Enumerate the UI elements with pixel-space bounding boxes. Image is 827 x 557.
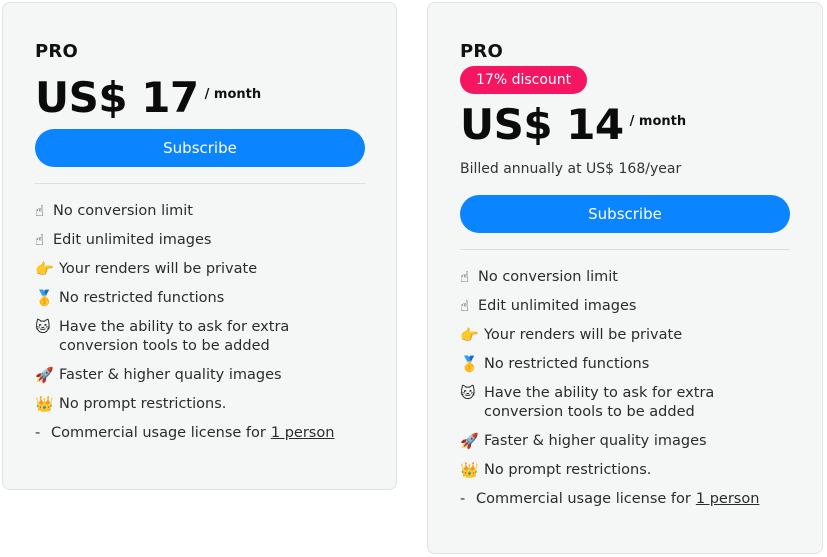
feature-item: ☝ Edit unlimited images [460, 297, 790, 316]
license-text: Commercial usage license for [476, 491, 691, 507]
feature-item: ☝ No conversion limit [35, 202, 365, 221]
pointing-finger-right-icon: 👉 [460, 326, 479, 344]
subscribe-button[interactable]: Subscribe [460, 195, 790, 233]
pointing-finger-up-icon: ☝ [460, 268, 470, 286]
license-text: Commercial usage license for [51, 425, 266, 441]
feature-item: ☝ Edit unlimited images [35, 231, 365, 250]
pricing-card-annual: PRO 17% discount US$ 14 / month Billed a… [427, 2, 823, 554]
crown-icon: 👑 [460, 461, 479, 479]
license-link[interactable]: 1 person [696, 490, 760, 509]
subscribe-button[interactable]: Subscribe [35, 129, 365, 167]
feature-text: No conversion limit [478, 269, 618, 285]
dash-bullet: - [35, 425, 41, 441]
feature-text: No restricted functions [484, 356, 650, 372]
feature-text: Have the ability to ask for extra conver… [484, 385, 715, 420]
cat-face-icon: 🐱 [460, 384, 476, 402]
feature-text: No prompt restrictions. [59, 396, 227, 412]
rocket-icon: 🚀 [35, 366, 54, 384]
feature-text: Your renders will be private [59, 261, 258, 277]
pricing-card-monthly: PRO US$ 17 / month Subscribe ☝ No conver… [2, 2, 397, 490]
feature-item: 👑 No prompt restrictions. [460, 461, 790, 480]
plan-name: PRO [460, 41, 503, 62]
medal-icon: 🥇 [35, 289, 54, 307]
license-item: - Commercial usage license for 1 person [35, 424, 365, 443]
feature-text: Edit unlimited images [53, 232, 212, 248]
feature-list: ☝ No conversion limit ☝ Edit unlimited i… [460, 268, 790, 519]
feature-text: No prompt restrictions. [484, 462, 652, 478]
license-link[interactable]: 1 person [271, 424, 335, 443]
feature-item: 👉 Your renders will be private [460, 326, 790, 345]
feature-text: Faster & higher quality images [484, 433, 707, 449]
price: US$ 14 [460, 100, 624, 149]
cat-face-icon: 🐱 [35, 318, 51, 336]
feature-text: Your renders will be private [484, 327, 683, 343]
plan-name: PRO [35, 41, 78, 62]
feature-item: 👉 Your renders will be private [35, 260, 365, 279]
feature-text: No restricted functions [59, 290, 225, 306]
price-row: US$ 14 / month [460, 100, 686, 149]
rocket-icon: 🚀 [460, 432, 479, 450]
feature-text: Faster & higher quality images [59, 367, 282, 383]
feature-item: 🥇 No restricted functions [35, 289, 365, 308]
divider [460, 249, 790, 250]
feature-item: 🚀 Faster & higher quality images [35, 366, 365, 385]
feature-text: Edit unlimited images [478, 298, 637, 314]
pointing-finger-up-icon: ☝ [35, 231, 45, 249]
feature-text: Have the ability to ask for extra conver… [59, 319, 290, 354]
feature-item: 🐱 Have the ability to ask for extra conv… [460, 384, 790, 422]
price-row: US$ 17 / month [35, 73, 261, 122]
price: US$ 17 [35, 73, 199, 122]
feature-text: No conversion limit [53, 203, 193, 219]
pointing-finger-up-icon: ☝ [460, 297, 470, 315]
discount-badge: 17% discount [460, 66, 588, 94]
feature-list: ☝ No conversion limit ☝ Edit unlimited i… [35, 202, 365, 453]
pointing-finger-up-icon: ☝ [35, 202, 45, 220]
feature-item: 🥇 No restricted functions [460, 355, 790, 374]
divider [35, 183, 365, 184]
price-period: / month [629, 114, 687, 129]
feature-item: 🐱 Have the ability to ask for extra conv… [35, 318, 365, 356]
dash-bullet: - [460, 491, 466, 507]
feature-item: ☝ No conversion limit [460, 268, 790, 287]
billing-note: Billed annually at US$ 168/year [460, 161, 682, 177]
feature-item: 👑 No prompt restrictions. [35, 395, 365, 414]
pointing-finger-right-icon: 👉 [35, 260, 54, 278]
license-item: - Commercial usage license for 1 person [460, 490, 790, 509]
price-period: / month [204, 87, 262, 102]
feature-item: 🚀 Faster & higher quality images [460, 432, 790, 451]
medal-icon: 🥇 [460, 355, 479, 373]
crown-icon: 👑 [35, 395, 54, 413]
